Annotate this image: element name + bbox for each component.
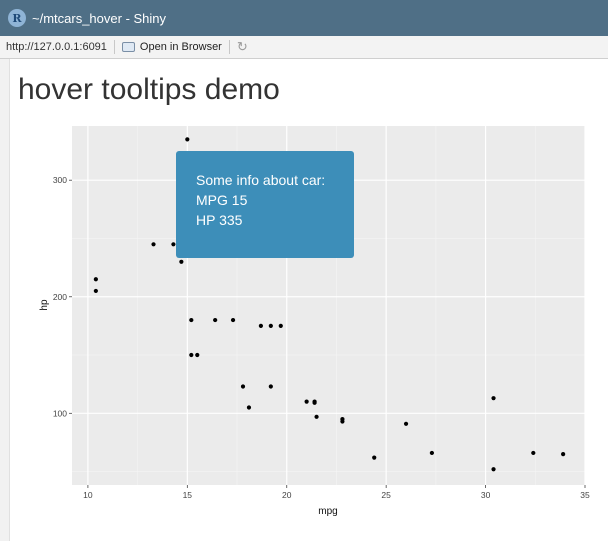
data-point[interactable] (189, 317, 194, 323)
x-tick-label: 15 (183, 490, 193, 500)
data-point[interactable] (491, 396, 496, 401)
data-point[interactable] (151, 242, 156, 247)
open-in-browser-button[interactable]: Open in Browser (121, 41, 222, 53)
data-point[interactable] (531, 450, 536, 456)
data-point[interactable] (491, 467, 496, 472)
tooltip-mpg: MPG 15 (196, 192, 248, 208)
window-titlebar: R ~/mtcars_hover - Shiny (0, 0, 608, 36)
data-point[interactable] (93, 288, 98, 294)
data-point[interactable] (278, 323, 283, 328)
x-tick-label: 10 (83, 490, 93, 500)
x-tick-label: 30 (481, 490, 491, 500)
data-point[interactable] (258, 323, 263, 328)
data-point[interactable] (93, 277, 98, 282)
y-tick-label: 300 (53, 175, 67, 185)
open-in-browser-label: Open in Browser (139, 41, 222, 53)
data-point[interactable] (189, 352, 194, 358)
data-point[interactable] (340, 417, 345, 422)
data-point[interactable] (185, 137, 190, 142)
data-point[interactable] (304, 399, 309, 404)
y-axis-label: hp (39, 299, 50, 311)
browser-window-icon (121, 42, 135, 52)
data-point[interactable] (246, 405, 252, 410)
data-point[interactable] (429, 450, 434, 456)
y-axis: 100 200 300 (53, 175, 72, 418)
y-tick-label: 100 (53, 408, 67, 418)
toolbar-separator (228, 40, 230, 54)
y-tick-label: 200 (53, 292, 67, 302)
scatter-plot[interactable]: 10 15 20 25 30 35 100 200 300 mpg hp (0, 59, 608, 541)
data-point[interactable] (372, 455, 377, 460)
data-point[interactable] (195, 352, 200, 358)
r-app-icon: R (8, 9, 26, 27)
data-point[interactable] (312, 400, 317, 405)
x-tick-label: 25 (381, 490, 391, 500)
data-point[interactable] (314, 414, 319, 419)
data-point[interactable] (268, 323, 273, 328)
hover-tooltip: Some info about car: MPG 15 HP 335 (176, 151, 354, 258)
window-title: ~/mtcars_hover - Shiny (32, 10, 167, 26)
url-text[interactable]: http://127.0.0.1:6091 (6, 41, 107, 53)
data-point[interactable] (179, 259, 184, 264)
x-axis: 10 15 20 25 30 35 (83, 485, 590, 500)
viewer-toolbar: http://127.0.0.1:6091 Open in Browser ↻ (0, 36, 608, 59)
shiny-page: hover tooltips demo 10 15 20 25 30 35 100 200 3… (0, 59, 608, 541)
data-point[interactable] (230, 317, 236, 323)
refresh-icon[interactable]: ↻ (237, 39, 248, 55)
x-tick-label: 35 (580, 490, 590, 500)
data-point[interactable] (403, 421, 409, 426)
data-point[interactable] (171, 242, 176, 247)
data-point[interactable] (561, 452, 566, 457)
toolbar-separator (113, 40, 115, 54)
data-point[interactable] (268, 384, 273, 389)
tooltip-heading: Some info about car: (196, 172, 326, 188)
data-point[interactable] (213, 317, 218, 323)
x-tick-label: 20 (282, 490, 292, 500)
data-point[interactable] (240, 384, 246, 389)
x-axis-label: mpg (318, 506, 337, 517)
tooltip-hp: HP 335 (196, 212, 243, 228)
